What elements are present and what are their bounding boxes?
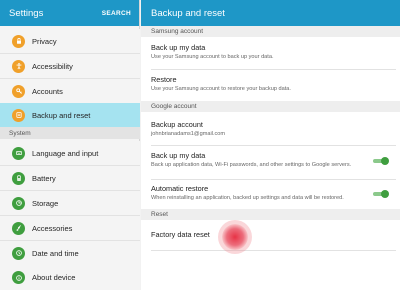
toggle-thumb <box>381 157 389 165</box>
sidebar-item-label: Accessibility <box>32 61 73 71</box>
divider <box>151 145 396 146</box>
sidebar-item-label: Battery <box>32 173 56 183</box>
row-title: Automatic restore <box>151 184 209 193</box>
section-header-system: System <box>0 127 140 139</box>
sidebar-item-label: Accessories <box>32 223 73 233</box>
automatic-restore-row[interactable]: Automatic restore When reinstalling an a… <box>141 184 400 208</box>
sidebar-item-label: Accounts <box>32 86 63 96</box>
section-header-reset: Reset <box>141 209 400 220</box>
samsung-backup-row[interactable]: Back up my data Use your Samsung account… <box>141 43 400 69</box>
backup-account-row[interactable]: Backup account johnbrianadams1@gmail.com <box>141 120 400 144</box>
sidebar-item-storage[interactable]: Storage <box>0 191 140 215</box>
sidebar-item-accessories[interactable]: Accessories <box>0 216 140 240</box>
sidebar-header: Settings SEARCH <box>0 0 139 26</box>
sidebar-title: Settings <box>9 7 44 19</box>
clock-icon <box>12 246 25 260</box>
divider <box>151 250 396 251</box>
search-button[interactable]: SEARCH <box>102 10 131 17</box>
sidebar-item-date-and-time[interactable]: Date and time <box>0 241 140 265</box>
row-subtitle: Back up application data, Wi-Fi password… <box>151 162 352 168</box>
touch-indicator <box>222 224 248 250</box>
backup-reset-icon <box>12 108 25 122</box>
sidebar-item-backup-and-reset[interactable]: Backup and reset <box>0 103 140 127</box>
section-header-google-account: Google account <box>141 101 400 112</box>
accessories-icon <box>12 221 25 235</box>
divider <box>151 69 396 70</box>
info-icon <box>12 271 25 284</box>
row-title: Restore <box>151 75 177 84</box>
samsung-restore-row[interactable]: Restore Use your Samsung account to rest… <box>141 75 400 100</box>
section-header-samsung-account: Samsung account <box>141 26 400 37</box>
privacy-icon <box>12 34 25 48</box>
storage-icon <box>12 196 25 210</box>
toggle-thumb <box>381 190 389 198</box>
divider <box>151 179 396 180</box>
sidebar-item-battery[interactable]: Battery <box>0 166 140 190</box>
accessibility-icon <box>12 59 25 73</box>
sidebar-item-accessibility[interactable]: Accessibility <box>0 54 140 78</box>
account-email: johnbrianadams1@gmail.com <box>151 131 226 137</box>
sidebar-item-label: Date and time <box>32 248 79 258</box>
sidebar-item-privacy[interactable]: Privacy <box>0 29 140 53</box>
row-subtitle: When reinstalling an application, backed… <box>151 195 344 201</box>
row-title: Back up my data <box>151 43 206 52</box>
google-backup-row[interactable]: Back up my data Back up application data… <box>141 151 400 177</box>
factory-reset-row[interactable]: Factory data reset <box>141 230 400 248</box>
sidebar-item-language-and-input[interactable]: Language and input <box>0 141 140 165</box>
sidebar-item-about-device[interactable]: About device <box>0 265 140 290</box>
sidebar-item-label: About device <box>32 273 76 282</box>
row-title: Backup account <box>151 120 203 129</box>
sidebar-item-label: Language and input <box>32 148 99 158</box>
sidebar-item-accounts[interactable]: Accounts <box>0 79 140 103</box>
automatic-restore-toggle[interactable] <box>373 190 389 198</box>
battery-icon <box>12 171 25 185</box>
backup-reset-panel: Backup and reset Samsung account Back up… <box>141 0 400 290</box>
row-subtitle: Use your Samsung account to back up your… <box>151 54 274 60</box>
accounts-icon <box>12 84 25 98</box>
language-icon <box>12 146 25 160</box>
row-title: Factory data reset <box>151 230 210 239</box>
row-title: Back up my data <box>151 151 206 160</box>
sidebar-item-label: Storage <box>32 198 59 208</box>
sidebar-item-label: Backup and reset <box>32 110 91 120</box>
google-backup-toggle[interactable] <box>373 157 389 165</box>
panel-title: Backup and reset <box>141 0 400 26</box>
row-subtitle: Use your Samsung account to restore your… <box>151 86 291 92</box>
sidebar-item-label: Privacy <box>32 36 57 46</box>
settings-sidebar: Settings SEARCH Privacy Accessibility Ac… <box>0 0 140 290</box>
